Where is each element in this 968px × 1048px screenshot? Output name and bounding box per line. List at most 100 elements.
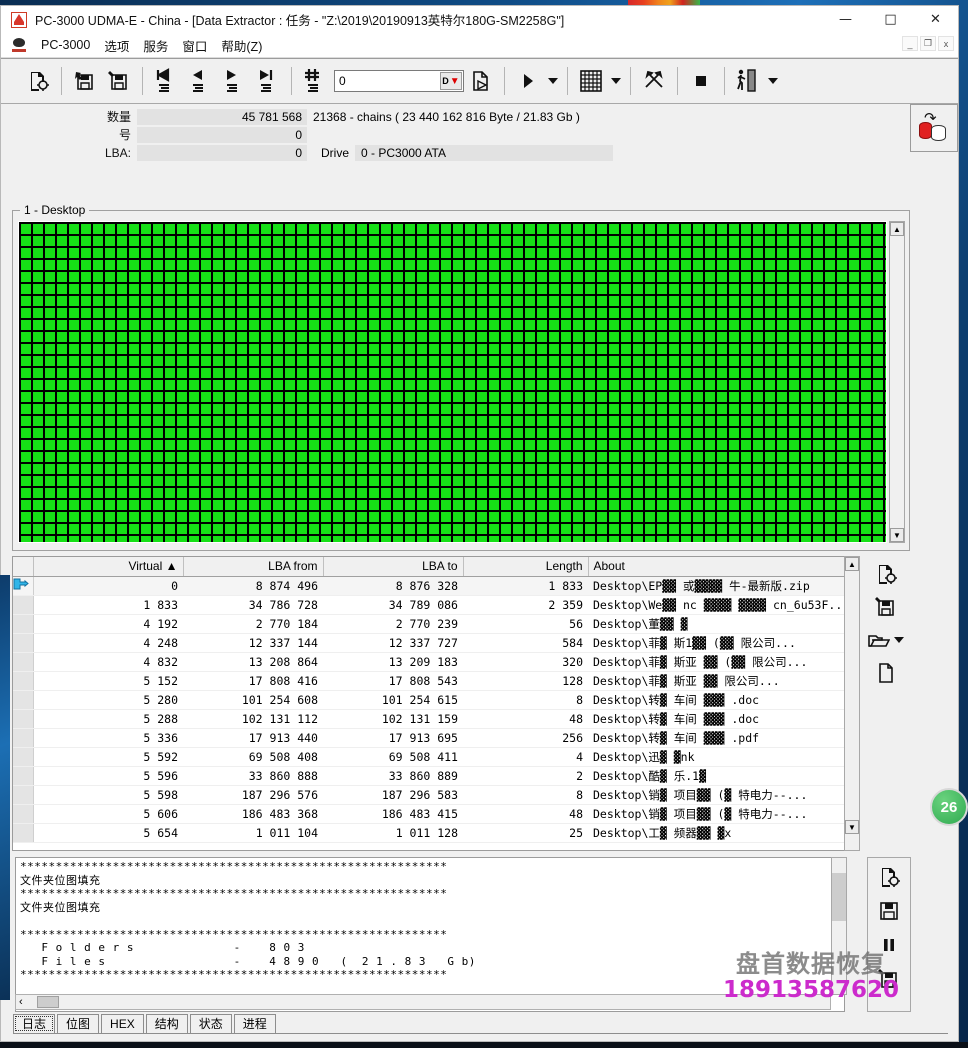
log-hscroll-thumb[interactable] xyxy=(36,996,59,1008)
bitmap-scroll-up-button[interactable]: ▲ xyxy=(890,222,904,236)
table-row[interactable]: 4 832 13 208 864 13 209 183 320 Desktop\菲▓ 斯… xyxy=(13,652,854,672)
table-col-length[interactable]: Length xyxy=(463,557,589,577)
log-pause-button[interactable] xyxy=(873,930,905,960)
close-button[interactable]: ✕ xyxy=(913,6,958,33)
log-properties-button[interactable] xyxy=(873,862,905,892)
menu-item-pc3000[interactable]: PC-3000 xyxy=(34,36,97,54)
taskbar[interactable] xyxy=(0,1042,968,1048)
row-gutter[interactable] xyxy=(13,633,34,653)
run-button[interactable] xyxy=(511,64,545,98)
table-row[interactable]: 5 606 186 483 368 186 483 415 48 Desktop\销▓ … xyxy=(13,804,854,824)
maximize-button[interactable]: □ xyxy=(868,6,913,33)
save-task-button[interactable] xyxy=(68,64,102,98)
title-bar[interactable]: PC-3000 UDMA-E - China - [Data Extractor… xyxy=(1,6,958,33)
next-chain-button[interactable] xyxy=(217,64,251,98)
record-number-field[interactable] xyxy=(335,71,441,91)
bitmap-scrollbar[interactable]: ▲ ▼ xyxy=(889,221,905,543)
last-chain-button[interactable] xyxy=(251,64,285,98)
table-row[interactable]: 5 152 17 808 416 17 808 543 128 Desktop\菲▓ 斯… xyxy=(13,671,854,691)
drive-label: Drive xyxy=(321,145,350,160)
table-row[interactable]: 5 592 69 508 408 69 508 411 4 Desktop\迅▓ ▓nk xyxy=(13,747,854,767)
row-gutter[interactable] xyxy=(13,652,34,672)
grid-view-button[interactable] xyxy=(574,64,608,98)
folder-dropdown-arrow[interactable] xyxy=(894,637,904,643)
bitmap-canvas[interactable] xyxy=(18,221,887,543)
row-gutter[interactable] xyxy=(13,747,34,767)
row-gutter[interactable] xyxy=(13,709,34,729)
task-properties-button[interactable] xyxy=(21,64,55,98)
row-gutter[interactable] xyxy=(13,823,34,843)
tab-1[interactable]: 位图 xyxy=(57,1014,100,1033)
minimize-button[interactable]: — xyxy=(823,6,868,33)
tab-4[interactable]: 状态 xyxy=(189,1014,232,1033)
scan-dropdown-arrow[interactable] xyxy=(765,64,781,98)
table-row[interactable]: 5 598 187 296 576 187 296 583 8 Desktop\销▓ 项… xyxy=(13,785,854,805)
table-row[interactable]: 5 596 33 860 888 33 860 889 2 Desktop\酷▓ 乐.1… xyxy=(13,766,854,786)
table-row[interactable]: 5 654 1 011 104 1 011 128 25 Desktop\工▓ 频器▓▓… xyxy=(13,823,854,843)
tab-2[interactable]: HEX xyxy=(101,1014,144,1033)
scan-button[interactable] xyxy=(731,64,765,98)
record-number-input[interactable]: D▼ xyxy=(334,70,464,92)
tools-button[interactable] xyxy=(637,64,671,98)
log-save-as-button[interactable] xyxy=(873,964,905,994)
log-pane[interactable]: ****************************************… xyxy=(15,857,845,1012)
export-selected-button[interactable] xyxy=(869,559,903,589)
stop-button[interactable] xyxy=(684,64,718,98)
table-scroll-down-button[interactable]: ▼ xyxy=(845,820,859,834)
table-col-lba-to[interactable]: LBA to xyxy=(323,557,464,577)
table-row[interactable]: 5 288 102 131 112 102 131 159 48 Desktop\转▓ … xyxy=(13,709,854,729)
table-row[interactable]: 1 833 34 786 728 34 789 086 2 359 Desktop\We… xyxy=(13,595,854,615)
open-sector-button[interactable] xyxy=(464,64,498,98)
row-gutter[interactable] xyxy=(13,614,34,634)
menu-item-window[interactable]: 窗口 xyxy=(175,34,214,57)
table-row[interactable]: 5 336 17 913 440 17 913 695 256 Desktop\转▓ 车… xyxy=(13,728,854,748)
table-col-about[interactable]: About xyxy=(588,557,854,577)
row-gutter[interactable] xyxy=(13,804,34,824)
table-row[interactable]: 4 192 2 770 184 2 770 239 56 Desktop\董▓▓ ▓ xyxy=(13,614,854,634)
bitmap-scroll-down-button[interactable]: ▼ xyxy=(890,528,904,542)
prev-chain-button[interactable] xyxy=(183,64,217,98)
save-as-task-button[interactable] xyxy=(102,64,136,98)
menu-item-options[interactable]: 选项 xyxy=(97,34,136,57)
open-folder-button[interactable] xyxy=(864,625,914,655)
row-gutter[interactable] xyxy=(13,690,34,710)
log-scroll-left-icon[interactable]: ‹ xyxy=(19,996,23,1008)
row-gutter[interactable] xyxy=(13,785,34,805)
menu-item-help[interactable]: 帮助(Z) xyxy=(214,34,269,57)
run-dropdown-arrow[interactable] xyxy=(545,64,561,98)
mdi-close-button[interactable]: x xyxy=(938,36,954,51)
log-horizontal-scrollbar[interactable]: ‹ xyxy=(15,994,831,1010)
log-scroll-thumb[interactable] xyxy=(832,873,846,921)
chains-table[interactable]: Virtual ▲ LBA from LBA to Length About 0… xyxy=(12,556,855,851)
table-col-lba-from[interactable]: LBA from xyxy=(183,557,324,577)
mdi-restore-button[interactable]: ❐ xyxy=(920,36,936,51)
mdi-minimize-button[interactable]: _ xyxy=(902,36,918,51)
row-about: Desktop\We▓▓ nc ▓▓▓▓ ▓▓▓▓ cn_6u53F... xyxy=(588,595,854,615)
goto-number-button[interactable] xyxy=(298,64,332,98)
table-col-virtual[interactable]: Virtual ▲ xyxy=(33,557,184,577)
menu-item-service[interactable]: 服务 xyxy=(136,34,175,57)
row-gutter[interactable] xyxy=(13,595,34,615)
table-row[interactable]: 08 874 496 8 876 328 1 833 Desktop\EP▓▓ 或▓▓… xyxy=(13,576,854,596)
grid-dropdown-arrow[interactable] xyxy=(608,64,624,98)
row-gutter[interactable] xyxy=(13,766,34,786)
table-row[interactable]: 4 248 12 337 144 12 337 727 584 Desktop\菲▓ 斯… xyxy=(13,633,854,653)
disk-clone-panel-button[interactable]: ↷ xyxy=(910,104,958,152)
tab-0[interactable]: 日志 xyxy=(13,1014,56,1033)
new-file-button[interactable] xyxy=(869,658,903,688)
table-row[interactable]: 5 280 101 254 608 101 254 615 8 Desktop\转▓ 车… xyxy=(13,690,854,710)
mdi-child-icon[interactable] xyxy=(12,38,27,52)
row-gutter[interactable] xyxy=(13,671,34,691)
first-chain-button[interactable] xyxy=(149,64,183,98)
record-number-spin[interactable]: D ▼ xyxy=(440,72,462,90)
tab-3[interactable]: 结构 xyxy=(145,1014,188,1033)
log-save-button[interactable] xyxy=(873,896,905,926)
table-scrollbar[interactable]: ▲ ▼ xyxy=(844,556,860,851)
log-vertical-scrollbar[interactable] xyxy=(831,857,847,995)
table-scroll-up-button[interactable]: ▲ xyxy=(845,557,859,571)
tab-5[interactable]: 进程 xyxy=(233,1014,276,1033)
notification-badge[interactable]: 26 xyxy=(930,788,968,826)
row-gutter[interactable] xyxy=(13,728,34,748)
row-lba-from: 34 786 728 xyxy=(183,595,323,615)
save-selection-button[interactable] xyxy=(869,592,903,622)
